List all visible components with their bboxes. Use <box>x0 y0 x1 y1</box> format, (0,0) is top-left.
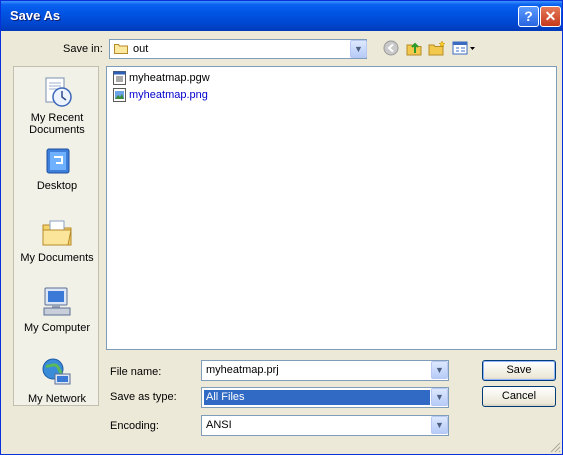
window-title: Save As <box>10 8 61 23</box>
help-button[interactable]: ? <box>518 6 539 27</box>
resize-grip-icon[interactable] <box>549 441 561 453</box>
close-button[interactable]: ✕ <box>540 6 561 27</box>
places-item-recent-documents[interactable]: My Recent Documents <box>14 75 98 136</box>
list-item[interactable]: myheatmap.png <box>113 87 208 103</box>
places-label: Desktop <box>36 180 78 192</box>
places-label: My Computer <box>23 322 91 334</box>
encoding-label: Encoding: <box>110 420 159 432</box>
cancel-button[interactable]: Cancel <box>482 386 556 407</box>
encoding-dropdown[interactable]: ANSI ▼ <box>201 415 449 436</box>
my-documents-icon <box>42 220 72 246</box>
chevron-down-icon[interactable]: ▼ <box>350 40 367 58</box>
list-item[interactable]: myheatmap.pgw <box>113 70 210 86</box>
file-name-label: File name: <box>110 366 162 378</box>
save-in-value: out <box>133 43 149 55</box>
places-label: My Network <box>27 393 87 405</box>
back-icon[interactable] <box>382 40 400 58</box>
image-file-icon <box>113 88 126 102</box>
places-item-my-computer[interactable]: My Computer <box>14 285 98 334</box>
recent-documents-icon <box>45 77 72 107</box>
places-label: My Recent Documents <box>29 112 85 136</box>
save-in-dropdown[interactable]: out ▼ <box>109 39 367 59</box>
chevron-down-icon[interactable]: ▼ <box>431 388 448 406</box>
places-item-my-network[interactable]: My Network <box>14 356 98 405</box>
folder-icon <box>114 44 128 54</box>
view-menu-icon[interactable] <box>452 40 476 58</box>
file-name: myheatmap.pgw <box>129 72 210 84</box>
places-item-desktop[interactable]: Desktop <box>14 147 98 192</box>
save-as-dialog: Save As ? ✕ Save in: out ▼ My Recent Doc… <box>0 0 563 455</box>
desktop-icon <box>46 148 70 174</box>
chevron-down-icon[interactable]: ▼ <box>431 361 448 379</box>
chevron-down-icon[interactable]: ▼ <box>431 416 448 434</box>
encoding-value: ANSI <box>206 419 232 431</box>
text-file-icon <box>113 71 126 85</box>
close-icon: ✕ <box>544 8 557 24</box>
save-in-label: Save in: <box>63 43 103 55</box>
help-icon: ? <box>524 8 533 24</box>
my-computer-icon <box>43 287 71 316</box>
file-list[interactable]: myheatmap.pgw myheatmap.png <box>106 66 557 350</box>
save-as-type-value: All Files <box>206 391 245 403</box>
save-as-type-label: Save as type: <box>110 391 177 403</box>
title-bar[interactable]: Save As ? ✕ <box>1 1 562 31</box>
save-button[interactable]: Save <box>482 360 556 381</box>
new-folder-icon[interactable] <box>428 40 446 58</box>
places-item-my-documents[interactable]: My Documents <box>14 215 98 264</box>
network-icon <box>42 358 71 385</box>
save-as-type-dropdown[interactable]: All Files ▼ <box>201 387 449 408</box>
up-folder-icon[interactable] <box>405 40 423 58</box>
file-name-value: myheatmap.prj <box>206 364 279 376</box>
file-name: myheatmap.png <box>129 89 208 101</box>
places-label: My Documents <box>20 252 94 264</box>
file-name-field[interactable]: myheatmap.prj ▼ <box>201 360 449 381</box>
places-bar: My Recent Documents Desktop My Documents… <box>13 66 99 406</box>
